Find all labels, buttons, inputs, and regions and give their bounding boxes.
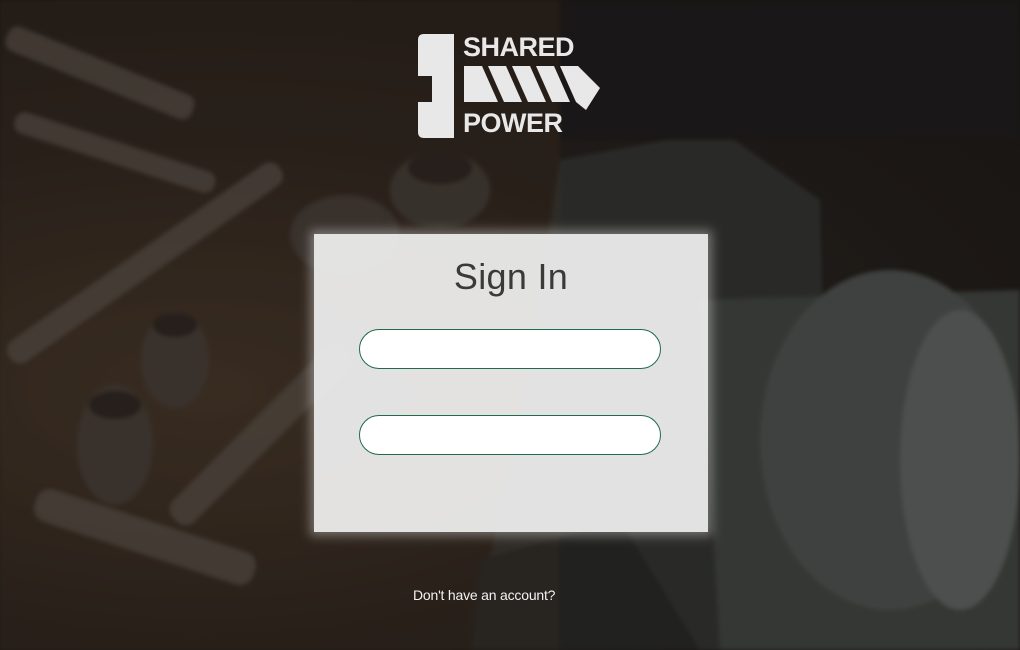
shared-power-logo: SHARED POWER bbox=[418, 32, 602, 140]
sign-in-title: Sign In bbox=[453, 256, 569, 297]
sign-in-card: Sign In bbox=[314, 234, 708, 532]
logo-text-shared: SHARED bbox=[463, 32, 575, 62]
create-account-link[interactable]: Don't have an account? bbox=[413, 587, 555, 603]
logo-text-power: POWER bbox=[463, 108, 563, 138]
username-input[interactable] bbox=[359, 329, 661, 369]
password-input[interactable] bbox=[359, 415, 661, 455]
